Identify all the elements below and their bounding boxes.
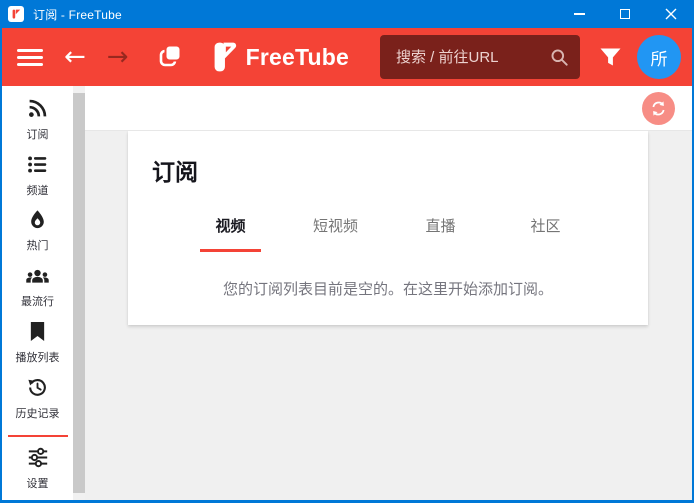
tab-community[interactable]: 社区 (493, 215, 598, 252)
new-window-button[interactable] (156, 44, 182, 70)
window-title: 订阅 - FreeTube (33, 6, 122, 23)
sidebar-item-history[interactable]: 历史记录 (2, 374, 73, 430)
sidebar-item-channels[interactable]: 频道 (2, 151, 73, 207)
profile-avatar[interactable]: 所 (637, 35, 681, 79)
close-icon (665, 8, 677, 20)
sidebar-item-label: 历史记录 (16, 405, 60, 421)
menu-button[interactable] (17, 49, 43, 66)
search-box[interactable] (380, 35, 580, 79)
empty-state-message: 您的订阅列表目前是空的。在这里开始添加订阅。 (152, 278, 624, 299)
page-title: 订阅 (152, 153, 624, 187)
sidebar-item-playlists[interactable]: 播放列表 (2, 318, 73, 374)
sidebar-item-label: 频道 (27, 182, 49, 198)
logo-text: FreeTube (246, 44, 349, 71)
tab-label: 短视频 (313, 215, 358, 250)
users-icon (26, 265, 49, 286)
sidebar-scrollbar[interactable] (73, 86, 85, 500)
sidebar-item-most-popular[interactable]: 最流行 (2, 262, 73, 318)
tab-label: 视频 (200, 215, 260, 252)
sidebar-item-label: 设置 (27, 475, 49, 491)
tab-label: 直播 (425, 215, 455, 250)
minimize-button[interactable] (556, 0, 602, 28)
new-window-icon (156, 44, 182, 70)
minimize-icon (574, 13, 585, 15)
settings-sliders-icon (27, 447, 49, 468)
tab-videos[interactable]: 视频 (178, 215, 283, 252)
sidebar-item-label: 订阅 (27, 126, 49, 142)
history-icon (27, 377, 48, 398)
content-background: 订阅 视频 短视频 直播 社区 (85, 131, 692, 500)
rss-icon (27, 98, 48, 119)
sidebar-item-label: 热门 (27, 237, 49, 253)
sidebar-item-trending[interactable]: 热门 (2, 206, 73, 262)
window-controls (556, 0, 694, 28)
fire-icon (27, 209, 48, 230)
freetube-app-icon (8, 6, 24, 22)
subscription-tabs: 视频 短视频 直播 社区 (152, 215, 624, 252)
freetube-glyph-icon (10, 8, 22, 20)
bookmark-icon (28, 321, 47, 342)
filter-icon (599, 47, 622, 68)
maximize-icon (620, 9, 630, 19)
sidebar-divider (8, 435, 68, 437)
filter-button[interactable] (599, 47, 622, 68)
sidebar-item-settings[interactable]: 设置 (2, 444, 73, 500)
tab-shorts[interactable]: 短视频 (283, 215, 388, 252)
main-content: 订阅 视频 短视频 直播 社区 (85, 86, 692, 500)
sidebar-item-subscriptions[interactable]: 订阅 (2, 95, 73, 151)
tab-live[interactable]: 直播 (388, 215, 493, 252)
back-button[interactable]: ← (64, 44, 86, 70)
sidebar-item-label: 最流行 (21, 293, 54, 309)
scrollbar-thumb[interactable] (73, 93, 85, 493)
refresh-icon (650, 100, 667, 117)
freetube-logo[interactable]: FreeTube (211, 39, 349, 75)
window-body: 订阅 频道 热门 (2, 86, 692, 500)
freetube-logo-icon (211, 39, 238, 75)
tab-label: 社区 (530, 215, 560, 250)
subscriptions-card: 订阅 视频 短视频 直播 社区 (128, 131, 648, 325)
search-input[interactable] (394, 48, 550, 67)
maximize-button[interactable] (602, 0, 648, 28)
content-top-strip (85, 86, 692, 131)
forward-button[interactable]: → (107, 44, 129, 70)
refresh-button[interactable] (642, 92, 675, 125)
app-header: ← → FreeTube (2, 28, 692, 86)
channels-list-icon (27, 154, 48, 175)
titlebar: 订阅 - FreeTube (0, 0, 694, 28)
sidebar-item-label: 播放列表 (16, 349, 60, 365)
sidebar: 订阅 频道 热门 (2, 86, 73, 500)
profile-initial: 所 (651, 45, 668, 70)
app-window: 订阅 - FreeTube ← → (0, 0, 694, 503)
close-button[interactable] (648, 0, 694, 28)
search-icon[interactable] (550, 48, 569, 67)
